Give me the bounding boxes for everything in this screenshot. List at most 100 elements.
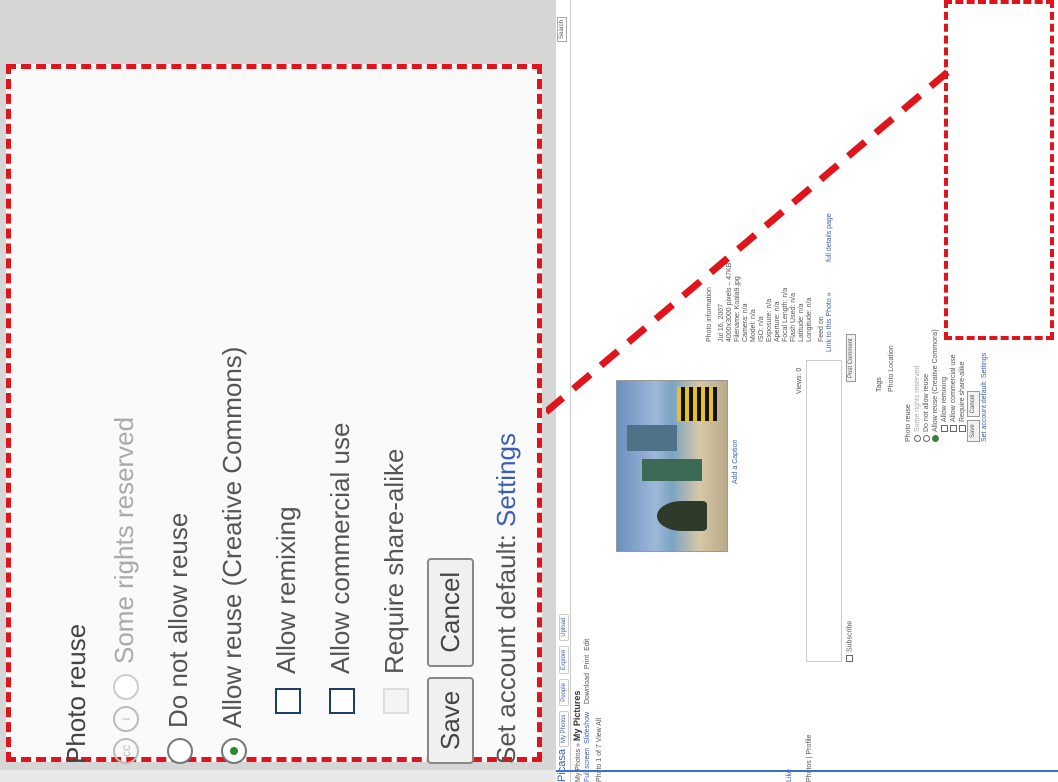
info-filename: Filename: Koala9.jpg xyxy=(734,276,741,342)
small-save-button[interactable]: Save xyxy=(967,420,980,442)
no-reuse-row[interactable]: Do not allow reuse xyxy=(163,513,194,764)
small-no-reuse-label: Do not allow reuse xyxy=(923,374,930,432)
some-rights-label: Some rights reserved xyxy=(109,416,139,664)
small-no-reuse-row[interactable]: Do not allow reuse xyxy=(922,329,931,442)
small-remix-row[interactable]: Allow remixing xyxy=(940,329,949,442)
photo-tree xyxy=(657,501,707,531)
photo-kiosk xyxy=(642,459,702,481)
small-remix-checkbox[interactable] xyxy=(940,425,948,432)
slideshow-link[interactable]: Slideshow xyxy=(584,712,591,744)
small-callout-box xyxy=(944,0,1054,340)
no-reuse-radio[interactable] xyxy=(167,738,194,764)
album-title: My Pictures xyxy=(572,690,582,742)
remix-row[interactable]: Allow remixing xyxy=(271,506,302,714)
allow-reuse-radio[interactable] xyxy=(221,738,248,764)
owner-links[interactable]: Photos | Profile xyxy=(806,735,813,782)
small-no-reuse-radio[interactable] xyxy=(922,435,930,442)
album-actions: Full screen Slideshow Download Print Edi… xyxy=(584,639,591,782)
post-comment-label: Post Comment xyxy=(846,334,856,382)
subscribe-checkbox[interactable] xyxy=(846,655,853,662)
cc-icon: cc xyxy=(113,738,140,764)
subscribe-label: Subscribe xyxy=(846,620,854,652)
small-sharealike-checkbox[interactable] xyxy=(958,425,966,432)
photo-tower xyxy=(627,425,677,451)
account-default-label: Set account default: xyxy=(491,534,521,764)
download-menu[interactable]: Download xyxy=(584,673,591,704)
search-area: Search xyxy=(557,16,567,42)
small-default-link[interactable]: Set account default: Settings xyxy=(980,329,989,442)
photo-barrier xyxy=(677,387,717,421)
views-count: Views: 0 xyxy=(796,367,803,394)
breadcrumb: My Photos » My Pictures xyxy=(572,691,582,782)
info-camera: Camera: n/a xyxy=(742,303,749,342)
cancel-button[interactable]: Cancel xyxy=(427,557,474,667)
info-long: Longitude: n/a xyxy=(806,297,813,342)
by-icon: i xyxy=(113,706,140,732)
small-allow-radio[interactable] xyxy=(931,435,939,442)
small-commercial-checkbox[interactable] xyxy=(949,425,957,432)
allow-reuse-row[interactable]: Allow reuse (Creative Commons) xyxy=(217,347,248,764)
small-allow-row[interactable]: Allow reuse (Creative Commons) xyxy=(931,329,940,442)
small-sharealike-label: Require share-alike xyxy=(959,361,966,422)
info-title: Photo information xyxy=(706,287,713,342)
nav-upload[interactable]: Upload xyxy=(559,613,569,641)
small-reuse-title: Photo reuse xyxy=(905,404,912,442)
small-reuse-panel: Photo reuse Some rights reserved Do not … xyxy=(904,329,989,442)
small-remix-label: Allow remixing xyxy=(941,376,948,422)
search-button[interactable]: Search xyxy=(557,16,567,42)
fullscreen-link[interactable]: Full screen xyxy=(584,748,591,782)
settings-link[interactable]: Settings xyxy=(491,433,521,527)
main-photo[interactable] xyxy=(616,380,728,552)
info-list: Jul 16, 2007 4000x3000 pixels – 47KB Fil… xyxy=(718,232,814,342)
top-nav: Picasa My Photos People Explore Upload xyxy=(556,0,571,782)
full-details-link[interactable]: full details page xyxy=(826,213,833,262)
nav-explore[interactable]: Explore xyxy=(559,645,569,675)
tags-label: Tags xyxy=(876,377,883,392)
crumb-prefix[interactable]: My Photos » xyxy=(575,743,582,782)
small-allow-label: Allow reuse (Creative Commons) xyxy=(932,329,939,432)
sharealike-label: Require share-alike xyxy=(379,448,409,674)
comment-box[interactable] xyxy=(806,360,842,662)
info-focal: Focal Length: n/a xyxy=(782,287,789,342)
commercial-row[interactable]: Allow commercial use xyxy=(325,423,356,714)
save-button[interactable]: Save xyxy=(427,676,474,764)
post-comment-button[interactable]: Post Comment xyxy=(846,331,856,382)
no-reuse-label: Do not allow reuse xyxy=(163,512,193,728)
remix-checkbox[interactable] xyxy=(275,688,302,714)
sharealike-row[interactable]: Require share-alike xyxy=(379,449,410,714)
info-exposure: Exposure: n/a xyxy=(766,298,773,342)
page-bottom-line xyxy=(556,770,1058,772)
sharealike-checkbox[interactable] xyxy=(383,688,410,714)
nav-my-photos[interactable]: My Photos xyxy=(559,710,569,748)
info-size: 4000x3000 pixels – 47KB xyxy=(726,262,733,342)
print-menu[interactable]: Print xyxy=(584,655,591,669)
account-default-row: Set account default: Settings xyxy=(491,433,522,764)
edit-menu[interactable]: Edit xyxy=(584,639,591,651)
zoomed-photo-reuse-panel: Photo reuse cc i Some rights reserved Do n… xyxy=(51,124,521,764)
commercial-label: Allow commercial use xyxy=(325,422,355,674)
small-commercial-label: Allow commercial use xyxy=(950,354,957,422)
info-iso: ISO: n/a xyxy=(758,316,765,342)
photo-reuse-title: Photo reuse xyxy=(61,623,91,764)
small-sharealike-row[interactable]: Require share-alike xyxy=(958,329,967,442)
nav-people[interactable]: People xyxy=(559,679,569,706)
bottom-band xyxy=(0,770,556,782)
small-commercial-row[interactable]: Allow commercial use xyxy=(949,329,958,442)
small-cc-label: Some rights reserved xyxy=(914,365,921,432)
link-photo[interactable]: Link to this Photo » xyxy=(826,292,833,352)
add-caption-link[interactable]: Add a Caption xyxy=(732,440,739,484)
zoom-buttons-row: Save Cancel xyxy=(427,548,474,764)
small-cancel-button[interactable]: Cancel xyxy=(967,390,980,418)
feed-label[interactable]: Feed on xyxy=(818,316,825,342)
info-model: Model: n/a xyxy=(750,309,757,342)
small-cc-radio[interactable] xyxy=(913,435,921,442)
allow-reuse-label: Allow reuse (Creative Commons) xyxy=(217,346,247,728)
info-aperture: Aperture: n/a xyxy=(774,301,781,342)
subscribe-row[interactable]: Subscribe xyxy=(846,621,853,662)
photo-counter: Photo 1 of 7 View All xyxy=(596,717,603,782)
commercial-checkbox[interactable] xyxy=(329,688,356,714)
picasa-logo: Picasa xyxy=(556,748,568,782)
remix-label: Allow remixing xyxy=(271,506,301,674)
some-rights-radio[interactable] xyxy=(113,674,140,700)
info-lat: Latitude: n/a xyxy=(798,303,805,342)
